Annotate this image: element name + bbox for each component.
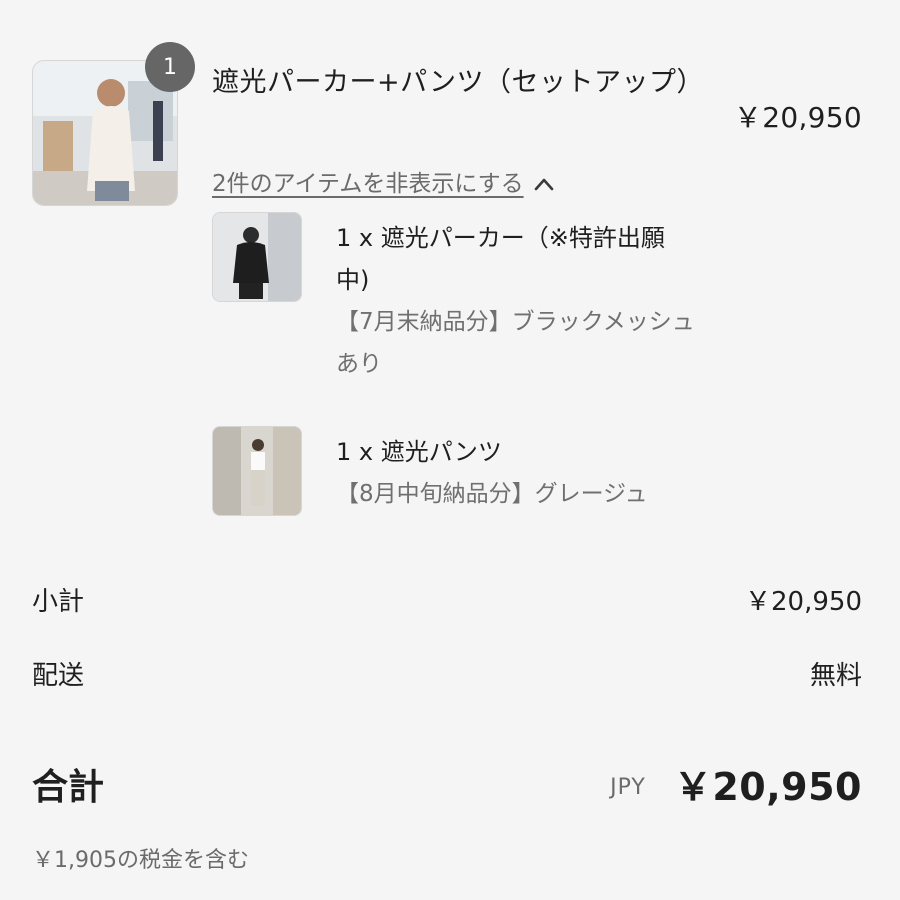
sub-item-name: 1 x 遮光パーカー（※特許出願中): [336, 224, 665, 294]
product-title: 遮光パーカー+パンツ（セットアップ）: [212, 67, 704, 98]
sub-item-variant: 【7月末納品分】ブラックメッシュあり: [336, 309, 695, 377]
product-thumbnail-wrapper: 1: [32, 42, 195, 206]
subtotal-value: ￥20,950: [745, 587, 862, 617]
total-label: 合計: [32, 766, 105, 808]
toggle-items-label: 2件のアイテムを非表示にする: [212, 171, 524, 197]
shipping-value: 無料: [809, 661, 862, 691]
sub-item-name: 1 x 遮光パンツ: [336, 438, 502, 466]
product-price: ￥20,950: [733, 101, 862, 134]
toggle-items-link[interactable]: 2件のアイテムを非表示にする: [212, 167, 554, 201]
sub-item-variant: 【8月中旬納品分】グレージュ: [336, 481, 648, 507]
quantity-badge: 1: [145, 42, 195, 92]
shipping-row: 配送 無料: [32, 658, 862, 694]
sub-item-details: 1 x 遮光パンツ 【8月中旬納品分】グレージュ: [336, 431, 696, 515]
total-amount-group: JPY ￥20,950: [610, 756, 862, 811]
total-row: 合計 JPY ￥20,950: [32, 756, 862, 811]
sub-item-image: [212, 426, 302, 516]
currency-code: JPY: [610, 775, 646, 800]
shipping-label: 配送: [32, 661, 85, 691]
sub-item-image: [212, 212, 302, 302]
sub-item-details: 1 x 遮光パーカー（※特許出願中) 【7月末納品分】ブラックメッシュあり: [336, 217, 696, 385]
tax-note: ￥1,905の税金を含む: [32, 848, 249, 873]
subtotal-label: 小計: [32, 587, 85, 617]
chevron-up-icon: [534, 178, 553, 191]
order-summary: 1 遮光パーカー+パンツ（セットアップ） ￥20,950 2件のアイテムを非表示…: [0, 0, 900, 900]
subtotal-row: 小計 ￥20,950: [32, 584, 862, 620]
total-value: ￥20,950: [673, 765, 862, 809]
